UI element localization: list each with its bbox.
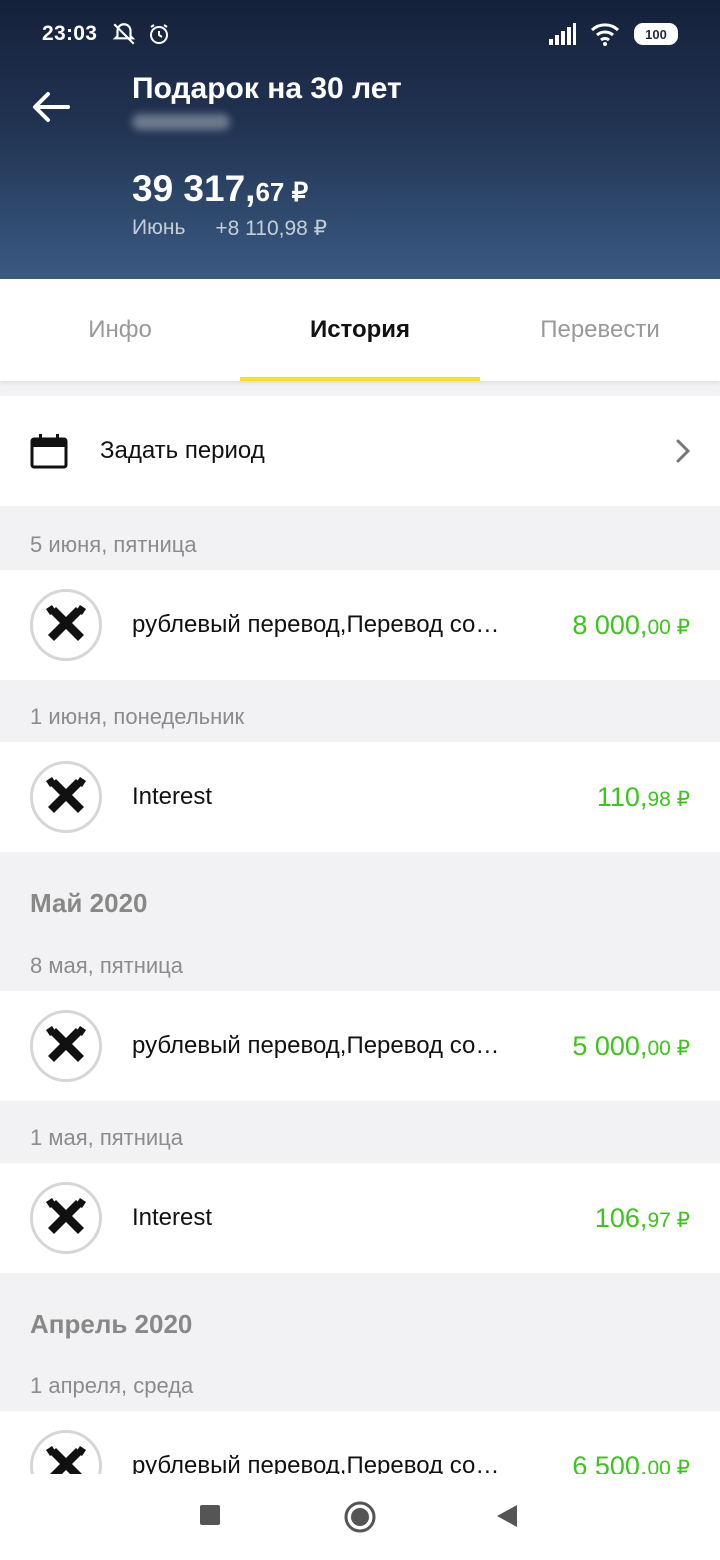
transaction-row[interactable]: рублевый перевод,Перевод со… 8 000,00 ₽ xyxy=(0,570,720,680)
amount-kop: 00 ₽ xyxy=(647,615,690,639)
bank-logo-icon xyxy=(30,1182,102,1254)
chevron-right-icon xyxy=(676,439,690,463)
month-summary: Июнь +8 110,98 ₽ xyxy=(132,216,327,241)
transaction-row[interactable]: рублевый перевод,Перевод со… 5 000,00 ₽ xyxy=(0,991,720,1101)
amount-kop: 97 ₽ xyxy=(647,1208,690,1232)
balance-kop: 67 ₽ xyxy=(255,177,309,207)
calendar-icon xyxy=(30,434,68,469)
bank-logo-icon xyxy=(30,761,102,833)
month-change: +8 110,98 ₽ xyxy=(215,217,328,240)
alarm-icon xyxy=(150,24,169,44)
set-period-label: Задать период xyxy=(100,437,265,464)
transaction-name: рублевый перевод,Перевод со… xyxy=(132,611,500,638)
amount-kop: 00 ₽ xyxy=(647,1036,690,1060)
date-header: 5 июня, пятница xyxy=(30,532,197,557)
amount-kop: 98 ₽ xyxy=(647,787,690,811)
date-header: 1 мая, пятница xyxy=(30,1125,184,1150)
tab-bar: Инфо История Перевести xyxy=(0,279,720,381)
battery-icon: 100 xyxy=(634,23,678,45)
transaction-name: Interest xyxy=(132,783,213,810)
account-balance: 39 317,67 ₽ xyxy=(132,168,308,210)
nav-square-icon[interactable] xyxy=(199,1504,221,1526)
account-number-blurred xyxy=(132,114,230,130)
bank-logo-icon xyxy=(30,1010,102,1082)
signal-icon xyxy=(549,23,576,45)
nav-circle-icon[interactable] xyxy=(343,1500,377,1534)
bell-off-icon xyxy=(112,23,136,45)
transaction-amount: 8 000,00 ₽ xyxy=(572,610,690,641)
page-title: Подарок на 30 лет xyxy=(132,72,402,105)
date-header: 1 июня, понедельник xyxy=(30,704,245,729)
transaction-name: Interest xyxy=(132,1204,213,1231)
month-header: Апрель 2020 xyxy=(30,1309,193,1339)
nav-back-icon[interactable] xyxy=(495,1503,519,1529)
transaction-row[interactable]: Interest 110,98 ₽ xyxy=(0,742,720,852)
transaction-amount: 106,97 ₽ xyxy=(595,1203,690,1234)
amount-main: 8 000, xyxy=(572,609,648,640)
account-header: 23:03 100 Подарок на 30 лет 39 317,67 ₽ … xyxy=(0,0,720,279)
balance-main: 39 317, xyxy=(132,168,256,209)
amount-main: 110, xyxy=(596,781,648,812)
amount-main: 5 000, xyxy=(572,1030,648,1061)
date-header: 1 апреля, среда xyxy=(30,1373,194,1398)
status-time: 23:03 xyxy=(42,22,98,45)
month-label: Июнь xyxy=(132,216,186,239)
transaction-row[interactable]: Interest 106,97 ₽ xyxy=(0,1163,720,1273)
set-period-row[interactable]: Задать период xyxy=(0,396,720,506)
transaction-name: рублевый перевод,Перевод со… xyxy=(132,1032,500,1059)
month-header: Май 2020 xyxy=(30,888,148,918)
back-arrow-icon[interactable] xyxy=(28,84,74,130)
date-header: 8 мая, пятница xyxy=(30,953,184,978)
bank-logo-icon xyxy=(30,589,102,661)
wifi-icon xyxy=(590,23,620,46)
amount-main: 106, xyxy=(594,1202,648,1233)
tab-info[interactable]: Инфо xyxy=(0,279,240,381)
tab-history[interactable]: История xyxy=(240,279,480,381)
transaction-amount: 5 000,00 ₽ xyxy=(572,1031,690,1062)
status-bar: 23:03 100 xyxy=(42,18,678,50)
system-nav-bar xyxy=(0,1474,720,1560)
transaction-amount: 110,98 ₽ xyxy=(597,782,690,813)
tab-transfer[interactable]: Перевести xyxy=(480,279,720,381)
